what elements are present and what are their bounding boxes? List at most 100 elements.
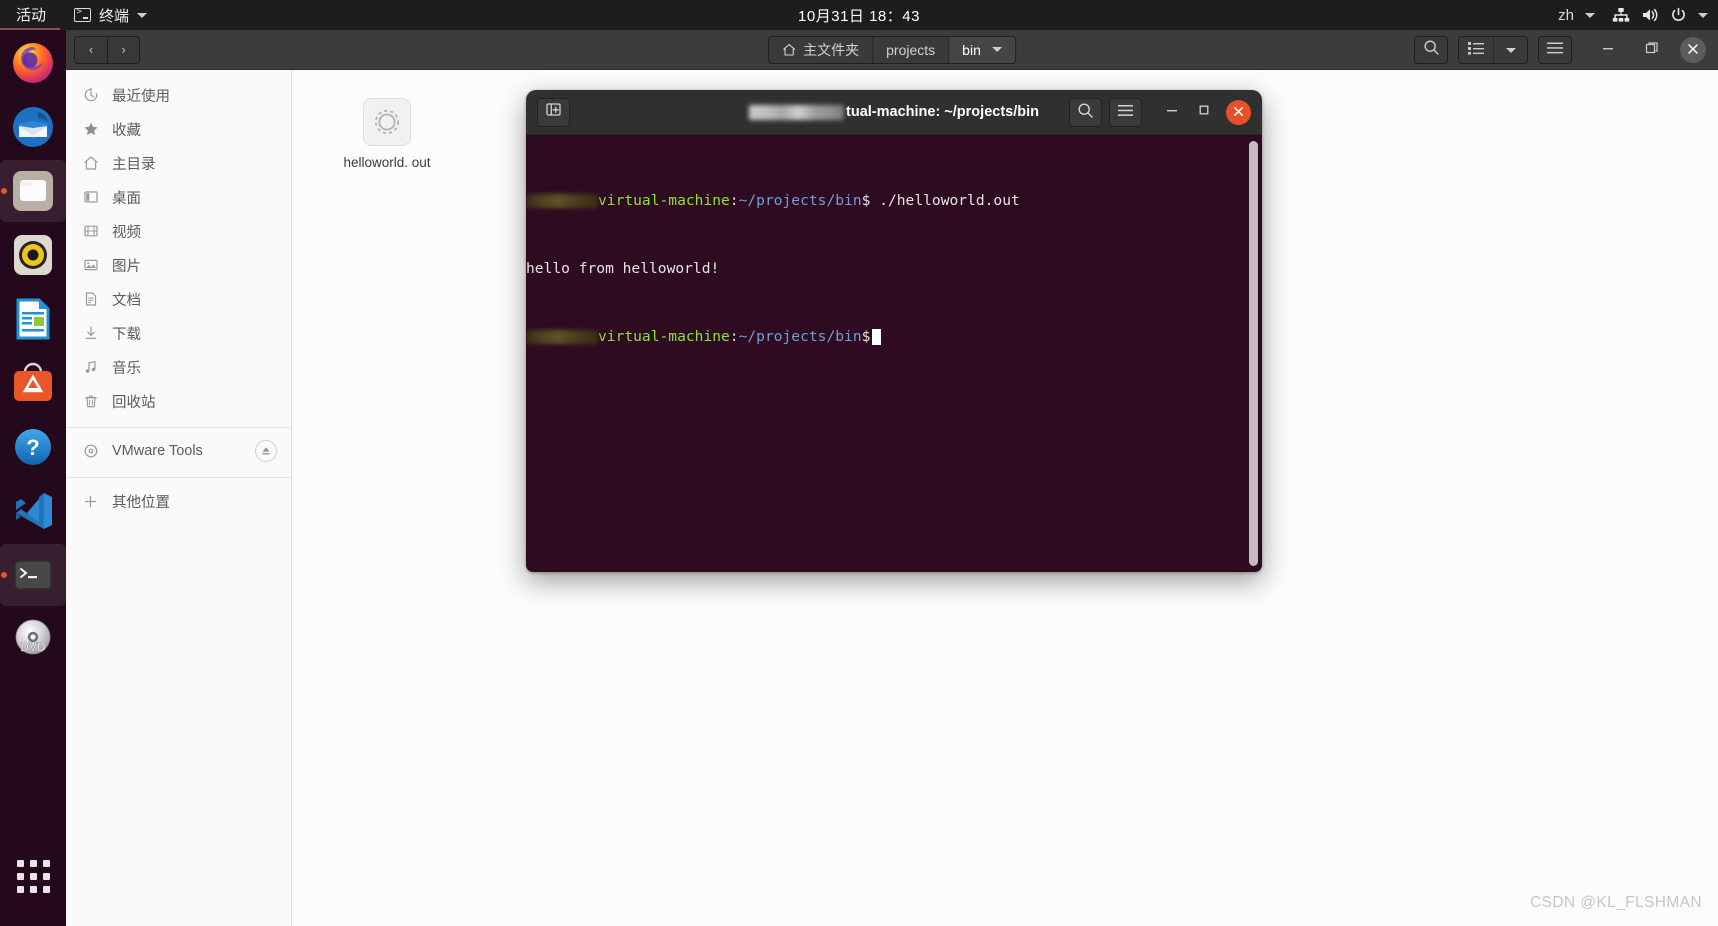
minimize-icon [1165,103,1179,122]
sidebar-item-home[interactable]: 主目录 [66,146,291,180]
prompt-host: virtual-machine [598,192,730,209]
search-button[interactable] [1414,36,1448,64]
view-options-button[interactable] [1493,37,1527,63]
network-icon[interactable] [1612,7,1630,23]
ubuntu-dock: ? DVD [0,30,66,926]
hamburger-menu-icon [1546,41,1564,60]
terminal-scrollbar[interactable] [1249,141,1258,566]
terminal-close-button[interactable] [1226,100,1251,125]
dock-item-ubuntu-software[interactable] [0,352,66,414]
file-manager-header-bar: ‹ › 主文件夹 projects bin [66,30,1718,70]
view-chevron-down-icon [1505,47,1516,53]
terminal-line-prompt-1: virtual-machine: ~/projects/bin $ ./hellow… [526,192,1262,209]
sidebar-item-desktop[interactable]: 桌面 [66,180,291,214]
watermark: CSDN @KL_FLSHMAN [1529,894,1702,911]
gnome-top-bar: 活动 终端 10月31日 18：43 zh [0,0,1718,30]
dock-item-rhythmbox[interactable] [0,224,66,286]
dock-item-files[interactable] [0,160,66,222]
app-menu-label: 终端 [99,7,130,25]
new-tab-button[interactable] [537,97,570,127]
terminal-search-button[interactable] [1069,98,1102,127]
terminal-line-prompt-2: virtual-machine: ~/projects/bin $ [526,328,1262,345]
dvd-disc-icon: DVD [10,616,56,662]
home-icon [82,155,99,172]
sidebar-item-other-locations[interactable]: 其他位置 [66,484,291,518]
terminal-minimize-button[interactable] [1156,90,1188,135]
sidebar-item-vmware-tools[interactable]: VMware Tools [66,434,291,468]
sidebar-item-pictures[interactable]: 图片 [66,248,291,282]
chevron-down-icon[interactable] [1698,12,1708,18]
terminal-maximize-button[interactable] [1188,90,1220,135]
sidebar-item-documents[interactable]: 文档 [66,282,291,316]
prompt-path: ~/projects/bin [738,328,862,345]
home-icon [782,43,796,57]
clock[interactable]: 10月31日 18：43 [0,0,1718,30]
chevron-down-icon [137,12,148,18]
top-bar-status-area[interactable]: zh [1558,0,1708,30]
sidebar-item-recent[interactable]: 最近使用 [66,78,291,112]
documents-icon [82,291,99,308]
prompt-separator: : [729,328,739,345]
forward-button[interactable]: › [107,36,139,63]
sidebar-item-label: 主目录 [112,156,156,173]
sidebar-item-starred[interactable]: 收藏 [66,112,291,146]
dock-item-help[interactable]: ? [0,416,66,478]
dock-item-thunderbird[interactable] [0,96,66,158]
back-button[interactable]: ‹ [75,36,107,63]
show-applications-button[interactable] [0,846,66,906]
file-item-helloworld-out[interactable]: helloworld. out [333,98,441,171]
terminal-header-bar[interactable]: tual-machine: ~/projects/bin [526,90,1262,135]
sidebar-item-trash[interactable]: 回收站 [66,384,291,418]
libreoffice-writer-icon [10,296,56,342]
sidebar-item-label: 其他位置 [112,494,170,511]
dock-item-libreoffice-writer[interactable] [0,288,66,350]
file-item-label: helloworld. out [343,155,431,170]
volume-icon[interactable] [1641,7,1659,23]
eject-button[interactable] [255,440,277,462]
list-view-button[interactable] [1459,37,1493,63]
maximize-button[interactable] [1634,30,1670,70]
breadcrumb-item-bin[interactable]: bin [948,36,1015,63]
close-button[interactable] [1680,37,1706,63]
prompt-host: virtual-machine [598,328,730,345]
power-icon[interactable] [1670,7,1687,23]
breadcrumb-item-home[interactable]: 主文件夹 [769,36,873,63]
sidebar-item-label: 文档 [112,292,141,309]
terminal-header-actions [1062,90,1262,135]
dock-item-dvd-drive[interactable]: DVD [0,608,66,670]
terminal-title-text: tual-machine: ~/projects/bin [846,104,1039,120]
breadcrumb-item-projects[interactable]: projects [872,36,949,63]
terminal-output-area[interactable]: virtual-machine: ~/projects/bin $ ./hellow… [526,135,1262,572]
file-manager-sidebar: 最近使用 收藏 主目录 桌面 视频 图片 文档 下载 音乐 回收站 VMware… [66,70,292,926]
app-menu-button[interactable]: 终端 [60,0,159,30]
sidebar-item-label: 最近使用 [112,88,170,105]
main-menu-button[interactable] [1538,36,1572,64]
navigation-buttons: ‹ › [74,35,140,64]
close-icon [1687,42,1699,58]
thunderbird-icon [10,104,56,150]
sidebar-item-music[interactable]: 音乐 [66,350,291,384]
prompt-dollar: $ [861,192,871,209]
terminal-menu-button[interactable] [1109,98,1142,127]
view-mode-group [1458,36,1528,64]
activities-button[interactable]: 活动 [0,0,61,30]
files-folder-icon [10,168,56,214]
sidebar-item-videos[interactable]: 视频 [66,214,291,248]
breadcrumb-label: 主文件夹 [803,41,860,58]
dock-item-firefox[interactable] [0,32,66,94]
keyboard-layout-indicator[interactable]: zh [1558,7,1574,24]
firefox-icon [10,40,56,86]
video-icon [82,223,99,240]
dock-item-vscode[interactable] [0,480,66,542]
desktop-icon [82,189,99,206]
sidebar-item-label: 图片 [112,258,141,275]
hamburger-menu-icon [1117,104,1134,122]
terminal-cursor [872,328,882,345]
ubuntu-software-icon [10,360,56,406]
sidebar-item-downloads[interactable]: 下载 [66,316,291,350]
minimize-icon [1601,41,1615,60]
minimize-button[interactable] [1590,30,1626,70]
rhythmbox-speaker-icon [10,232,56,278]
recent-clock-icon [82,87,99,104]
dock-item-terminal[interactable] [0,544,66,606]
